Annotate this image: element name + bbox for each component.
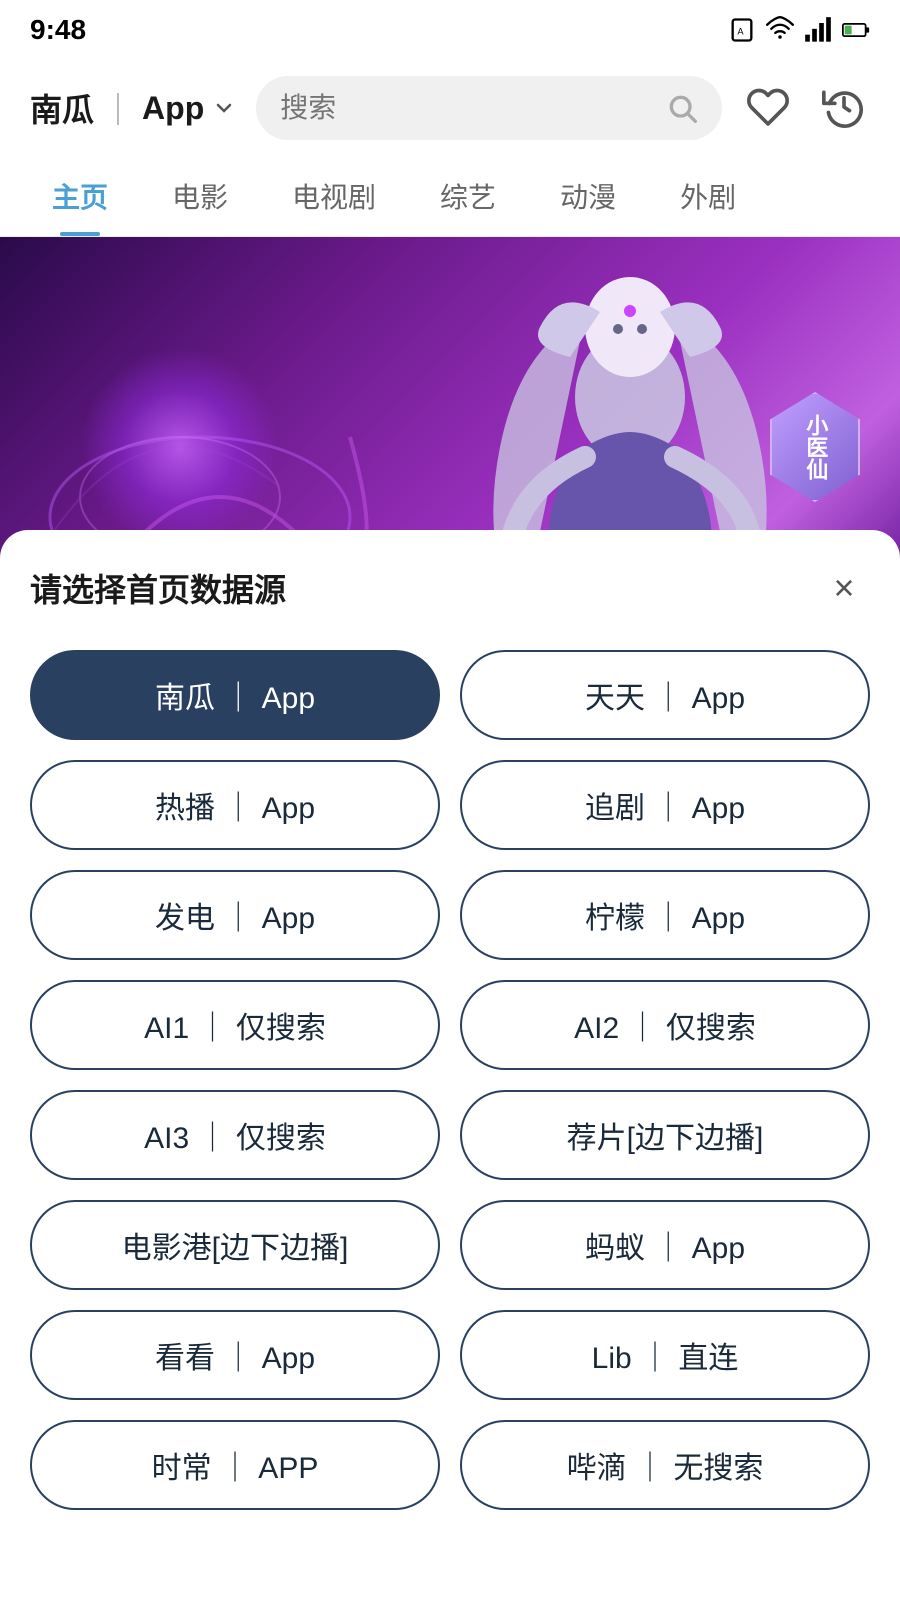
- tab-movie[interactable]: 电影: [140, 156, 260, 236]
- source-mayi[interactable]: 蚂蚁 ｜ App: [460, 1200, 870, 1290]
- status-icons: A: [728, 16, 870, 44]
- heart-icon: [746, 85, 790, 129]
- source-dianyinggang[interactable]: 电影港[边下边播]: [30, 1200, 440, 1290]
- banner-label-text: 小医仙: [800, 414, 831, 480]
- source-lib[interactable]: Lib ｜ 直连: [460, 1310, 870, 1400]
- history-button[interactable]: [818, 81, 870, 136]
- status-bar: 9:48 A: [0, 0, 900, 60]
- app-divider: ｜: [102, 85, 134, 131]
- tab-tv[interactable]: 电视剧: [260, 156, 408, 236]
- tab-variety[interactable]: 综艺: [408, 156, 528, 236]
- svg-text:A: A: [737, 27, 744, 37]
- battery-icon: [842, 16, 870, 44]
- tab-anime[interactable]: 动漫: [528, 156, 648, 236]
- source-ai3[interactable]: AI3 ｜ 仅搜索: [30, 1090, 440, 1180]
- app-title[interactable]: 南瓜 ｜ App: [30, 85, 236, 131]
- favorite-button[interactable]: [742, 81, 794, 136]
- source-grid: 南瓜 ｜ App 天天 ｜ App 热播 ｜ App 追剧 ｜ App 发电 ｜…: [30, 650, 870, 1510]
- source-ai1[interactable]: AI1 ｜ 仅搜索: [30, 980, 440, 1070]
- history-icon: [822, 85, 866, 129]
- app-name: 南瓜: [30, 85, 94, 131]
- modal-close-button[interactable]: ×: [818, 562, 870, 614]
- source-ai2[interactable]: AI2 ｜ 仅搜索: [460, 980, 870, 1070]
- source-ningmeng[interactable]: 柠檬 ｜ App: [460, 870, 870, 960]
- app-label: App: [142, 90, 204, 127]
- search-icon: [666, 92, 698, 124]
- sim-icon: A: [728, 16, 756, 44]
- header: 南瓜 ｜ App: [0, 60, 900, 156]
- source-shichang[interactable]: 时常 ｜ APP: [30, 1420, 440, 1510]
- source-fadian[interactable]: 发电 ｜ App: [30, 870, 440, 960]
- modal-header: 请选择首页数据源 ×: [30, 562, 870, 614]
- source-kankan[interactable]: 看看 ｜ App: [30, 1310, 440, 1400]
- tab-foreign[interactable]: 外剧: [648, 156, 768, 236]
- search-bar[interactable]: [256, 76, 722, 140]
- modal-title: 请选择首页数据源: [30, 565, 286, 611]
- modal-sheet: 请选择首页数据源 × 南瓜 ｜ App 天天 ｜ App 热播 ｜ App 追剧…: [0, 530, 900, 1600]
- nav-tabs: 主页 电影 电视剧 综艺 动漫 外剧: [0, 156, 900, 237]
- signal-icon: [804, 16, 832, 44]
- search-input[interactable]: [280, 92, 654, 124]
- header-actions: [742, 81, 870, 136]
- source-pidi[interactable]: 哔滴 ｜ 无搜索: [460, 1420, 870, 1510]
- wifi-icon: [766, 16, 794, 44]
- source-tiantian[interactable]: 天天 ｜ App: [460, 650, 870, 740]
- tab-home[interactable]: 主页: [20, 156, 140, 236]
- source-rebo[interactable]: 热播 ｜ App: [30, 760, 440, 850]
- source-suipian[interactable]: 荐片[边下边播]: [460, 1090, 870, 1180]
- source-zhuiju[interactable]: 追剧 ｜ App: [460, 760, 870, 850]
- chevron-down-icon[interactable]: [212, 96, 236, 120]
- status-time: 9:48: [30, 14, 86, 46]
- source-nangua[interactable]: 南瓜 ｜ App: [30, 650, 440, 740]
